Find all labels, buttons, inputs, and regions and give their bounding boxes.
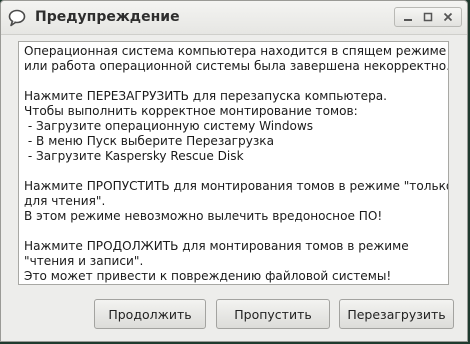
message-line: - Загрузите Kaspersky Rescue Disk — [24, 149, 244, 163]
minimize-icon[interactable] — [400, 10, 416, 24]
title-bar[interactable]: Предупреждение — [1, 1, 467, 35]
message-line: - В меню Пуск выберите Перезагрузка — [24, 134, 275, 148]
message-line: Операционная система компьютера находитс… — [24, 44, 447, 58]
continue-button[interactable]: Продолжить — [94, 299, 206, 329]
message-line: или работа операционной системы была зав… — [24, 59, 449, 73]
message-line: для чтения". — [24, 194, 106, 208]
message-line: Чтобы выполнить корректное монтирование … — [24, 104, 358, 118]
dialog-title: Предупреждение — [35, 9, 180, 25]
warning-dialog: Предупреждение Операционная система комп… — [0, 0, 468, 342]
window-controls — [394, 7, 462, 27]
close-icon[interactable] — [440, 10, 456, 24]
message-line: В этом режиме невозможно вылечить вредон… — [24, 209, 383, 223]
message-line: Нажмите ПЕРЕЗАГРУЗИТЬ для перезапуска ко… — [24, 89, 388, 103]
message-line — [24, 164, 444, 179]
message-line: Это может привести к повреждению файлово… — [24, 269, 392, 283]
skip-button[interactable]: Пропустить — [216, 299, 330, 329]
message-line — [24, 74, 444, 89]
restart-button[interactable]: Перезагрузить — [339, 299, 454, 329]
maximize-icon[interactable] — [420, 10, 436, 24]
message-line: Нажмите ПРОПУСТИТЬ для монтирования томо… — [24, 179, 449, 193]
message-text-area: Операционная система компьютера находитс… — [18, 41, 449, 285]
message-line: "чтения и записи". — [24, 254, 144, 268]
message-line: Нажмите ПРОДОЛЖИТЬ для монтирования томо… — [24, 239, 409, 253]
speech-bubble-icon — [8, 9, 26, 27]
message-line: - Загрузите операционную систему Windows — [24, 119, 314, 133]
message-line — [24, 224, 444, 239]
